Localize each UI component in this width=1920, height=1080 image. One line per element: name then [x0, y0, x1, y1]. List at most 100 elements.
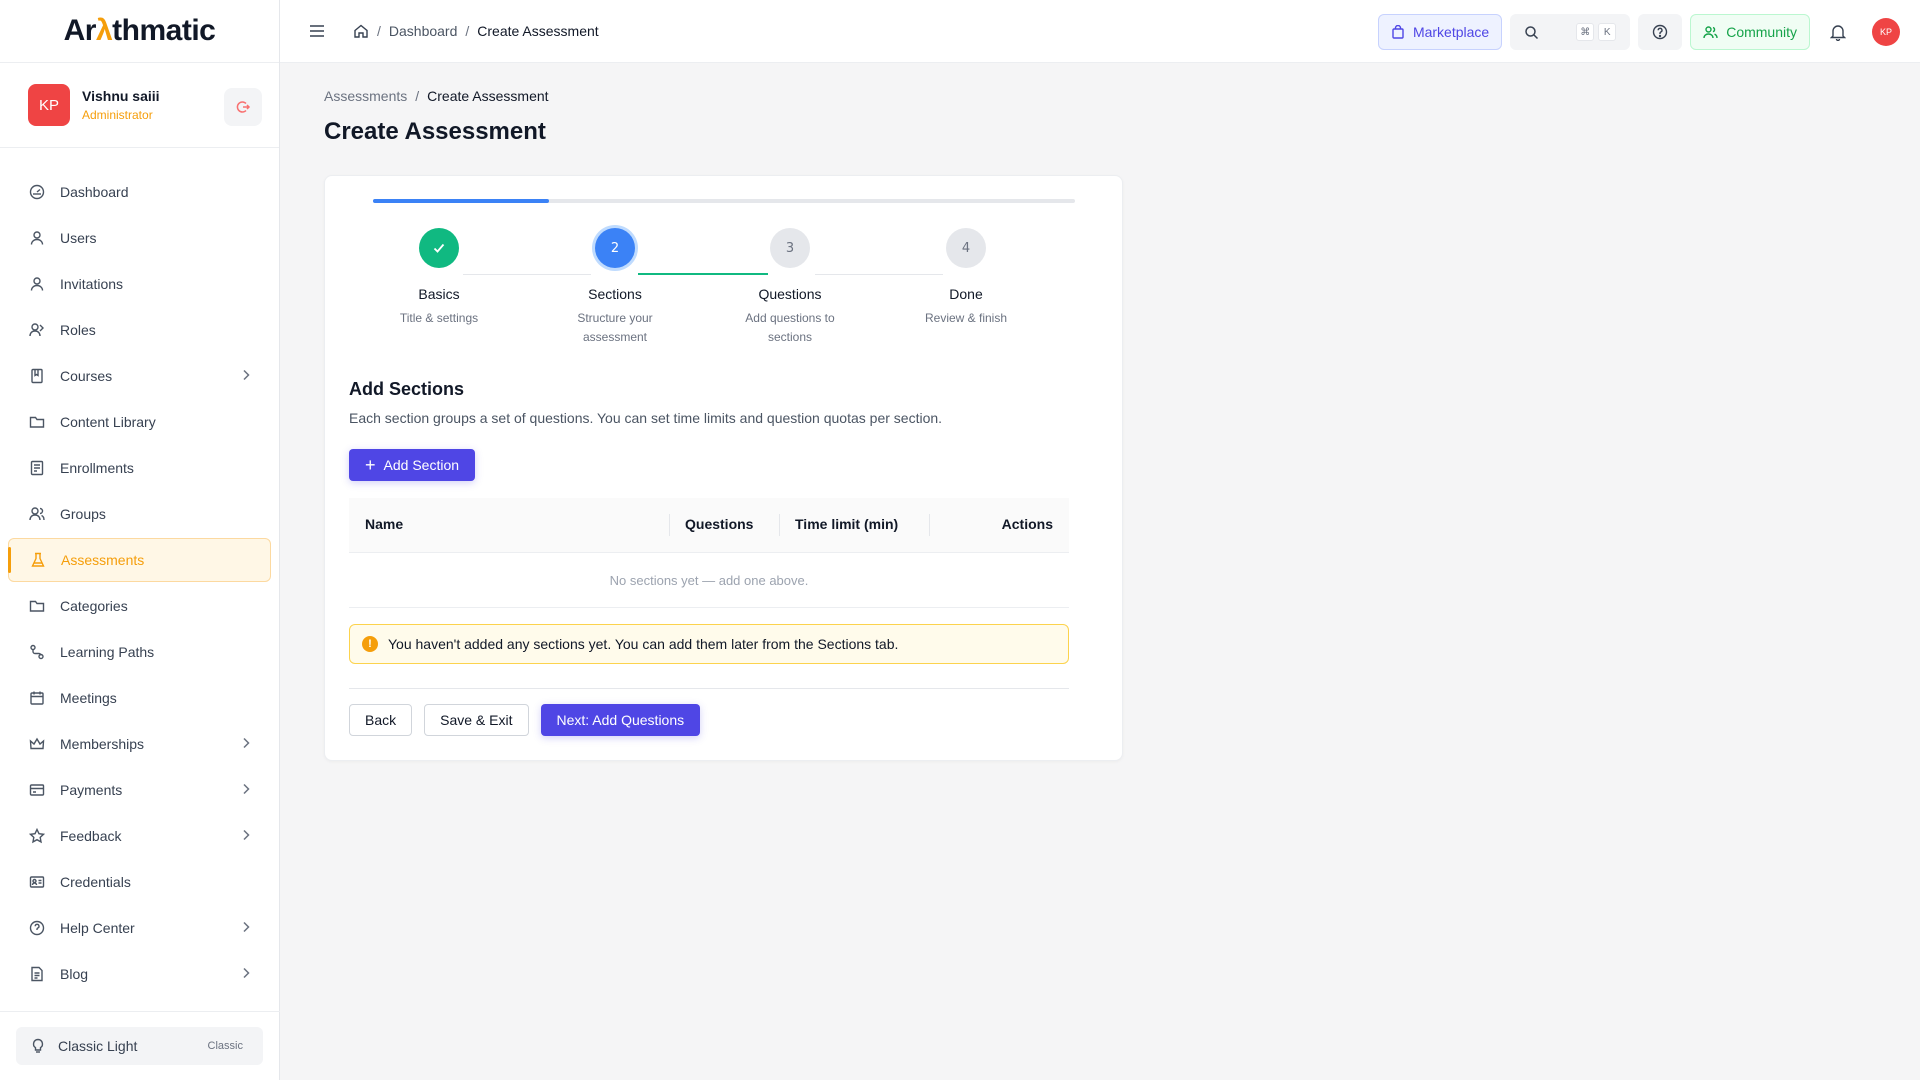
table-header: Name Questions Time limit (min) Actions: [349, 498, 1069, 553]
sidebar: Arλthmatic KP Vishnu saiii Administrator…: [0, 0, 280, 1080]
dashboard-icon: [28, 183, 46, 201]
sidebar-item-label: Enrollments: [60, 460, 134, 476]
step-questions[interactable]: 3 Questions Add questions to sections: [725, 228, 855, 347]
theme-label: Classic Light: [58, 1038, 138, 1054]
page-breadcrumb: Assessments / Create Assessment: [324, 88, 549, 104]
community-button[interactable]: Community: [1690, 14, 1810, 50]
wizard-card: Basics Title & settings 2 Sections Struc…: [324, 175, 1123, 761]
sidebar-item-help-center[interactable]: Help Center: [8, 906, 271, 950]
sidebar-nav: Dashboard Users Invitations Roles Courses Con…: [0, 148, 279, 996]
sidebar-item-feedback[interactable]: Feedback: [8, 814, 271, 858]
hamburger-icon: [310, 25, 324, 37]
brand-logo[interactable]: Arλthmatic: [64, 14, 216, 48]
sidebar-item-learning-paths[interactable]: Learning Paths: [8, 630, 271, 674]
search-button[interactable]: ⌘ K: [1510, 14, 1631, 50]
theme-switcher[interactable]: Classic Light Classic: [16, 1027, 263, 1065]
folder-icon: [28, 597, 46, 615]
section-description: Each section groups a set of questions. …: [349, 410, 943, 426]
step-title: Done: [949, 286, 983, 302]
breadcrumb-assessments[interactable]: Assessments: [324, 88, 407, 104]
sidebar-item-meetings[interactable]: Meetings: [8, 676, 271, 720]
marketplace-label: Marketplace: [1412, 24, 1490, 40]
logout-button[interactable]: [224, 88, 262, 126]
step-sections[interactable]: 2 Sections Structure your assessment: [550, 228, 680, 347]
divider: [0, 1011, 280, 1012]
kbd-cmd: ⌘: [1576, 23, 1595, 41]
logo-accent: λ: [95, 14, 113, 47]
top-bar: / Dashboard / Create Assessment Marketpl…: [280, 0, 1920, 63]
column-actions: Actions: [1001, 516, 1053, 532]
flask-icon: [29, 551, 47, 569]
sidebar-item-users[interactable]: Users: [8, 216, 271, 260]
step-done[interactable]: 4 Done Review & finish: [901, 228, 1031, 328]
sidebar-item-memberships[interactable]: Memberships: [8, 722, 271, 766]
roles-icon: [28, 321, 46, 339]
info-alert: ! You haven't added any sections yet. Yo…: [349, 624, 1069, 664]
section-title: Add Sections: [349, 379, 465, 399]
bell-icon: [1830, 25, 1846, 41]
profile-name: Vishnu saiii: [82, 88, 160, 104]
sidebar-item-label: Meetings: [60, 690, 117, 706]
chevron-right-icon: [239, 920, 253, 937]
progress-fill: [373, 199, 549, 203]
progress-bar: [373, 199, 1075, 203]
breadcrumb-dashboard[interactable]: Dashboard: [389, 23, 458, 39]
sidebar-item-label: Memberships: [60, 736, 145, 752]
sidebar-item-label: Credentials: [60, 874, 131, 890]
step-basics[interactable]: Basics Title & settings: [374, 228, 504, 328]
chevron-right-icon: [239, 368, 253, 385]
step-subtitle: Structure your assessment: [577, 311, 653, 344]
help-button[interactable]: [1638, 14, 1683, 50]
notifications-button[interactable]: [1828, 22, 1848, 42]
avatar[interactable]: KP: [28, 84, 70, 126]
step-subtitle: Add questions to sections: [745, 311, 835, 344]
community-label: Community: [1726, 24, 1797, 40]
breadcrumb: / Dashboard / Create Assessment: [353, 23, 599, 39]
sidebar-item-enrollments[interactable]: Enrollments: [8, 446, 271, 490]
sidebar-item-label: Content Library: [60, 414, 156, 430]
logo-suffix: thmatic: [112, 14, 216, 47]
home-icon[interactable]: [353, 23, 369, 39]
theme-tag: Classic: [207, 1040, 243, 1052]
marketplace-button[interactable]: Marketplace: [1377, 14, 1503, 50]
alert-text: You haven't added any sections yet. You …: [388, 636, 899, 652]
wizard-actions: Back Save & Exit Next: Add Questions: [349, 704, 701, 736]
kbd-k: K: [1598, 23, 1617, 41]
sidebar-item-categories[interactable]: Categories: [8, 584, 271, 628]
sidebar-item-payments[interactable]: Payments: [8, 768, 271, 812]
sidebar-item-label: Dashboard: [60, 184, 129, 200]
add-section-button[interactable]: + Add Section: [349, 449, 476, 481]
id-card-icon: [28, 873, 46, 891]
sidebar-item-invitations[interactable]: Invitations: [8, 262, 271, 306]
save-exit-button[interactable]: Save & Exit: [424, 704, 529, 736]
chevron-right-icon: [239, 736, 253, 753]
sidebar-item-label: Roles: [60, 322, 96, 338]
sidebar-item-blog[interactable]: Blog: [8, 952, 271, 996]
sidebar-item-assessments[interactable]: Assessments: [8, 538, 271, 582]
back-button[interactable]: Back: [349, 704, 413, 736]
document-icon: [28, 965, 46, 983]
step-number: 4: [946, 228, 986, 268]
sidebar-item-label: Feedback: [60, 828, 122, 844]
logo-area: Arλthmatic: [0, 0, 279, 63]
sidebar-item-content-library[interactable]: Content Library: [8, 400, 271, 444]
next-button[interactable]: Next: Add Questions: [540, 704, 701, 736]
help-icon: [28, 919, 46, 937]
sidebar-item-roles[interactable]: Roles: [8, 308, 271, 352]
main-header: Assessments / Create Assessment Create A…: [324, 88, 549, 146]
step-check-icon: [419, 228, 459, 268]
sidebar-item-dashboard[interactable]: Dashboard: [8, 170, 271, 214]
group-icon: [28, 505, 46, 523]
sidebar-item-groups[interactable]: Groups: [8, 492, 271, 536]
sidebar-item-label: Assessments: [61, 552, 145, 568]
add-section-label: Add Section: [383, 457, 460, 473]
menu-toggle-button[interactable]: [307, 21, 327, 41]
folder-icon: [28, 413, 46, 431]
breadcrumb-create: Create Assessment: [427, 88, 549, 104]
user-avatar[interactable]: KP: [1872, 18, 1900, 46]
sidebar-item-credentials[interactable]: Credentials: [8, 860, 271, 904]
stepper: Basics Title & settings 2 Sections Struc…: [325, 228, 1124, 348]
sidebar-item-courses[interactable]: Courses: [8, 354, 271, 398]
user-profile: KP Vishnu saiii Administrator: [0, 63, 279, 148]
search-icon: [1525, 25, 1539, 39]
